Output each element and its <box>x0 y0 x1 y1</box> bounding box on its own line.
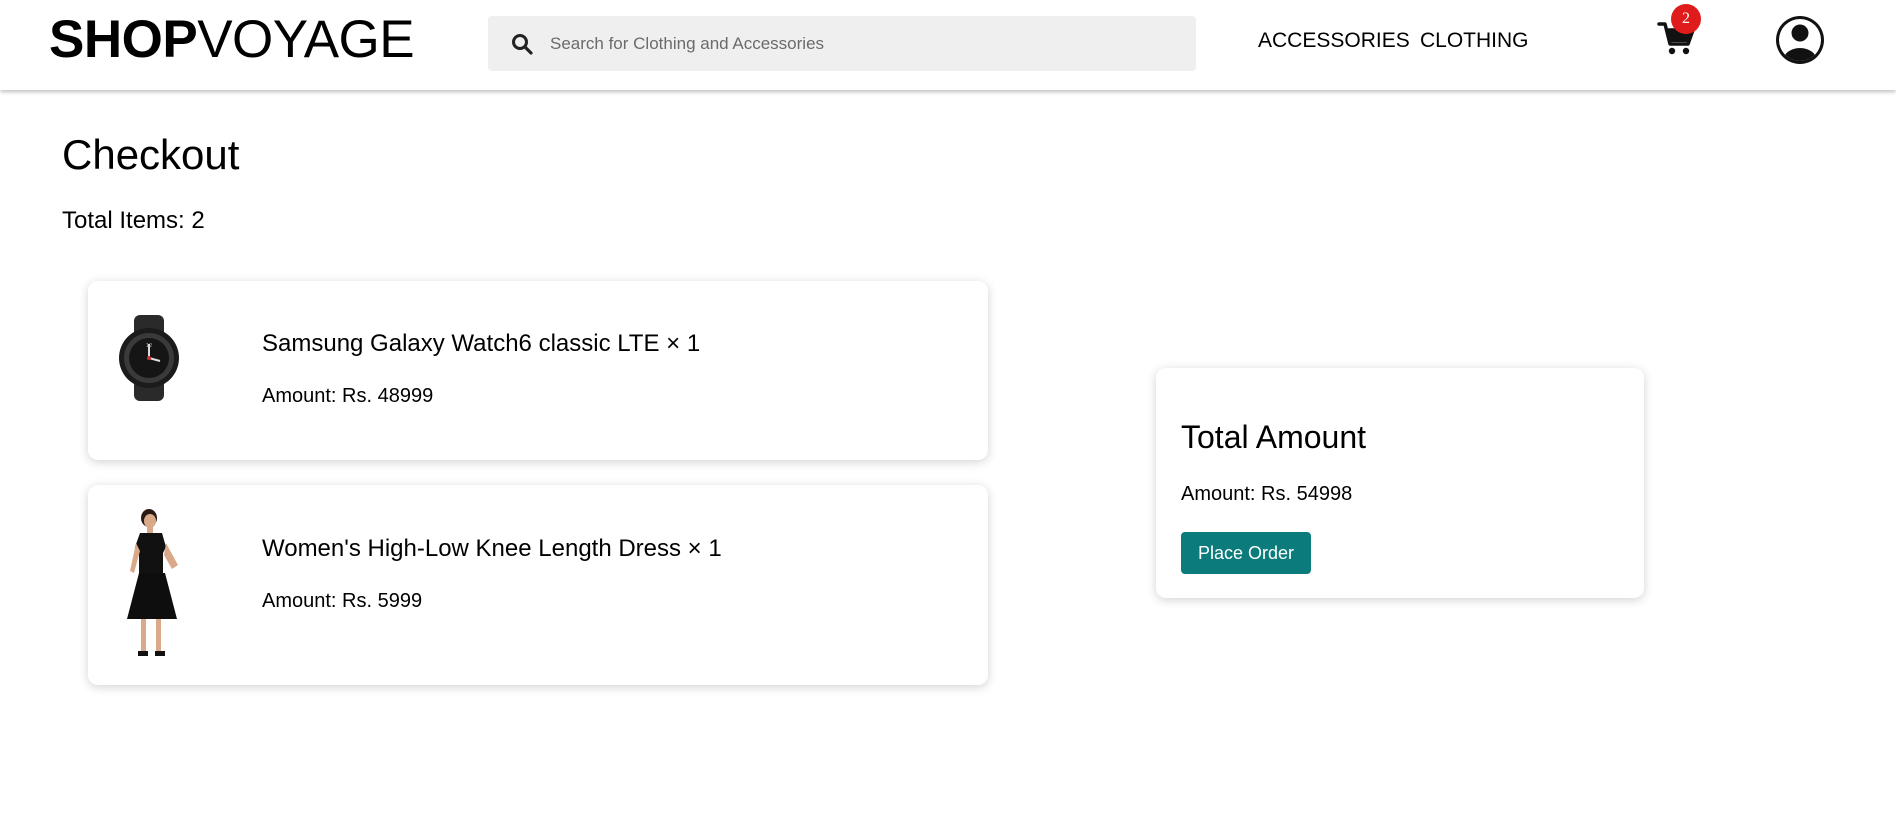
product-image-dress[interactable] <box>116 507 188 665</box>
checkout-item-card: 12 Samsung Galaxy Watch6 classic LTE × 1… <box>88 281 988 460</box>
user-account-icon[interactable] <box>1774 14 1826 66</box>
brand-logo-bold: SHOP <box>49 10 198 69</box>
brand-logo[interactable]: SHOPVOYAGE <box>49 10 415 70</box>
summary-total-amount: Amount: Rs. 54998 <box>1181 483 1353 505</box>
top-navbar: SHOPVOYAGE ACCESSORIES CLOTHING 2 <box>0 0 1896 90</box>
checkout-item-card: Women's High-Low Knee Length Dress × 1 A… <box>88 485 988 685</box>
product-image-watch[interactable]: 12 <box>112 313 192 403</box>
nav-clothing-link[interactable]: CLOTHING <box>1420 28 1529 54</box>
brand-logo-light: VOYAGE <box>197 10 415 69</box>
search-bar[interactable] <box>488 16 1196 71</box>
page-title: Checkout <box>62 131 240 178</box>
svg-text:12: 12 <box>146 343 152 349</box>
summary-title: Total Amount <box>1181 419 1366 455</box>
search-icon[interactable] <box>510 32 534 56</box>
item-amount: Amount: Rs. 5999 <box>262 590 423 612</box>
item-name: Women's High-Low Knee Length Dress × 1 <box>262 535 722 562</box>
item-name: Samsung Galaxy Watch6 classic LTE × 1 <box>262 330 701 357</box>
order-summary-card: Total Amount Amount: Rs. 54998 Place Ord… <box>1156 368 1644 598</box>
place-order-button[interactable]: Place Order <box>1181 532 1311 574</box>
search-input[interactable] <box>550 16 1180 71</box>
cart-count-badge: 2 <box>1671 4 1701 34</box>
nav-accessories-link[interactable]: ACCESSORIES <box>1258 28 1410 54</box>
total-items-count: Total Items: 2 <box>62 207 205 234</box>
item-amount: Amount: Rs. 48999 <box>262 385 434 407</box>
